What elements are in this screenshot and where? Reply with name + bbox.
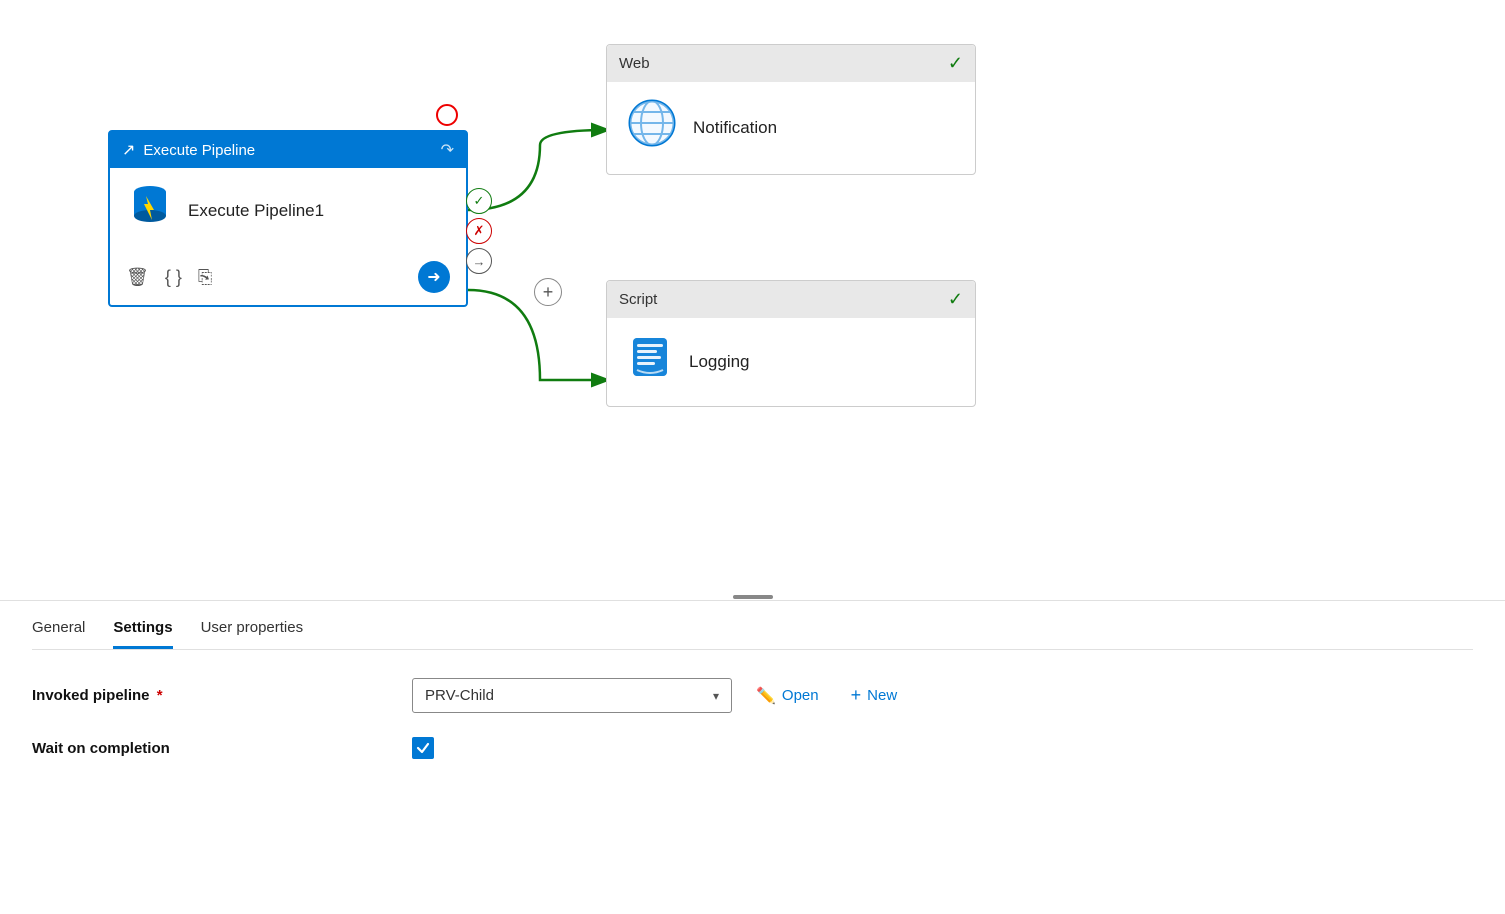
activity-name: Execute Pipeline1 xyxy=(188,201,324,221)
web-node-check: ✓ xyxy=(948,53,963,74)
node-header-left: ↗ Execute Pipeline xyxy=(122,140,255,160)
wait-on-completion-row: Wait on completion xyxy=(32,737,1473,759)
pipeline-canvas: ↗ Execute Pipeline ↷ Execute Pipeline1 🗑 xyxy=(0,0,1505,600)
panel-resize-handle[interactable] xyxy=(733,595,773,599)
web-node-header: Web ✓ xyxy=(607,45,975,82)
script-activity-name: Logging xyxy=(689,352,750,372)
node-header: ↗ Execute Pipeline ↷ xyxy=(110,132,466,168)
web-node-title: Web xyxy=(619,55,650,72)
invoked-pipeline-label: Invoked pipeline * xyxy=(32,687,412,704)
pipeline-activity-icon xyxy=(126,182,174,239)
script-node-title: Script xyxy=(619,291,657,308)
redo-icon[interactable]: ↷ xyxy=(441,140,454,160)
node-open-icon[interactable]: ↗ xyxy=(122,140,135,160)
wait-on-completion-control xyxy=(412,737,434,759)
plus-icon: + xyxy=(851,685,862,706)
delete-icon[interactable]: 🗑 xyxy=(126,267,149,288)
web-activity-name: Notification xyxy=(693,118,777,138)
open-button[interactable]: ✏️ Open xyxy=(748,680,827,712)
node-title: Execute Pipeline xyxy=(143,142,255,159)
invoked-pipeline-control: PRV-Child ▾ ✏️ Open + New xyxy=(412,678,905,713)
bottom-panel: General Settings User properties Invoked… xyxy=(0,601,1505,759)
node-body: Execute Pipeline1 xyxy=(110,168,466,253)
new-button[interactable]: + New xyxy=(843,679,906,712)
script-node-check: ✓ xyxy=(948,289,963,310)
script-logging-node[interactable]: Script ✓ Logging xyxy=(606,280,976,407)
tab-bar: General Settings User properties xyxy=(32,601,1473,650)
code-icon[interactable]: { } xyxy=(165,267,182,288)
arrow-button[interactable]: ➜ xyxy=(418,261,450,293)
tab-general[interactable]: General xyxy=(32,619,85,649)
error-indicator xyxy=(436,104,458,126)
panel-divider xyxy=(0,600,1505,601)
node-footer: 🗑 { } ⎘ ➜ xyxy=(110,253,466,305)
globe-icon xyxy=(627,98,677,158)
script-icon xyxy=(627,334,673,390)
success-connector[interactable]: ✓ xyxy=(466,188,492,214)
web-node-body: Notification xyxy=(607,82,975,174)
tab-settings[interactable]: Settings xyxy=(113,619,172,649)
wait-on-completion-checkbox[interactable] xyxy=(412,737,434,759)
completion-connector[interactable]: → xyxy=(466,248,492,274)
failure-connector[interactable]: ✗ xyxy=(466,218,492,244)
chevron-down-icon: ▾ xyxy=(713,689,719,703)
web-notification-node[interactable]: Web ✓ Notification xyxy=(606,44,976,175)
invoked-pipeline-row: Invoked pipeline * PRV-Child ▾ ✏️ Open +… xyxy=(32,678,1473,713)
script-node-header: Script ✓ xyxy=(607,281,975,318)
add-activity-button[interactable]: + xyxy=(534,278,562,306)
required-marker: * xyxy=(153,687,163,704)
pencil-icon: ✏️ xyxy=(756,686,776,706)
tab-user-properties[interactable]: User properties xyxy=(201,619,304,649)
invoked-pipeline-dropdown[interactable]: PRV-Child ▾ xyxy=(412,678,732,713)
script-node-body: Logging xyxy=(607,318,975,406)
copy-icon[interactable]: ⎘ xyxy=(198,267,212,288)
execute-pipeline-node[interactable]: ↗ Execute Pipeline ↷ Execute Pipeline1 🗑 xyxy=(108,130,468,307)
connector-buttons: ✓ ✗ → xyxy=(466,188,492,274)
wait-on-completion-label: Wait on completion xyxy=(32,740,412,757)
node-header-icons: ↷ xyxy=(441,140,454,160)
